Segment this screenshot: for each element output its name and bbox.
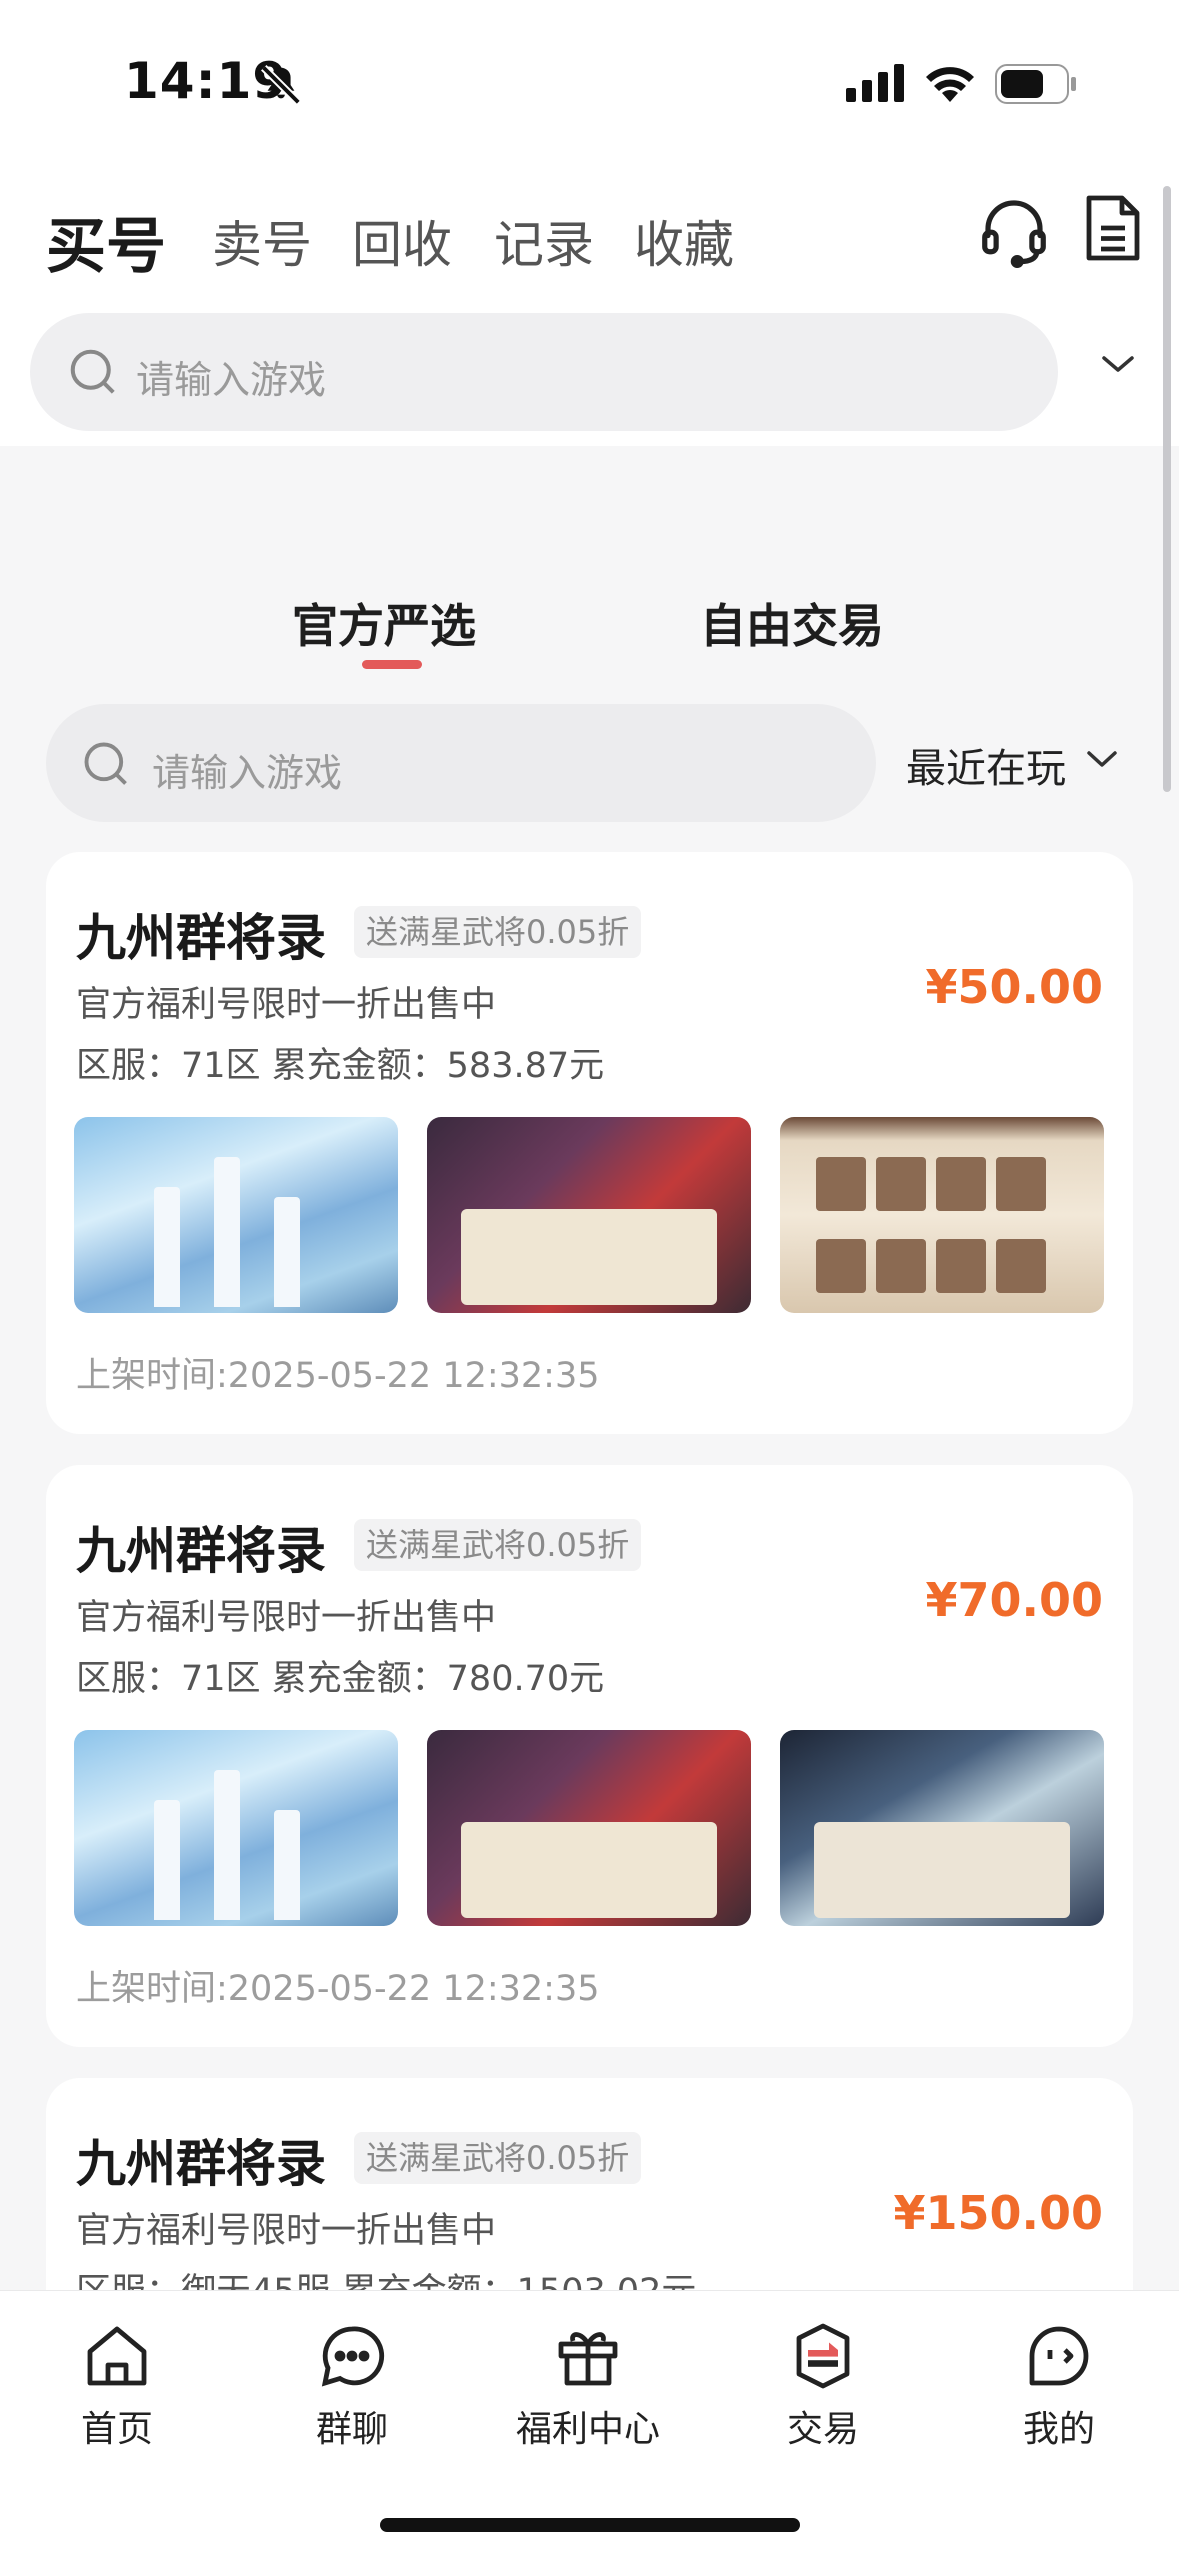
promo-tag: 送满星武将0.05折 [354,1519,642,1571]
listing-description: 官方福利号限时一折出售中 [76,1598,497,1638]
listing-time: 上架时间:2025-05-22 12:32:35 [76,1969,600,2009]
listing-title: 九州群将录 [76,1522,326,1580]
listing-info: 区服：71区 累充金额：583.87元 [76,1046,605,1086]
listing-price: ¥150.00 [893,2186,1103,2240]
chevron-down-icon[interactable] [1098,352,1138,380]
status-bar: 14:19 [0,0,1179,160]
trade-icon [743,2320,903,2392]
active-tab-indicator [362,660,422,669]
promo-tag: 送满星武将0.05折 [354,906,642,958]
listing-card[interactable]: 九州群将录 送满星武将0.05折 官方福利号限时一折出售中 ¥50.00 区服：… [46,852,1133,1434]
gift-icon [508,2320,668,2392]
tab-records[interactable]: 记录 [494,205,594,277]
cellular-signal-icon [846,64,908,108]
search-icon [80,738,132,794]
nav-profile[interactable]: 我的 [979,2320,1139,2452]
listing-title: 九州群将录 [76,909,326,967]
bell-muted-icon [258,62,304,112]
game-screenshot-thumbnail[interactable] [780,1117,1104,1313]
game-screenshot-thumbnail[interactable] [427,1117,751,1313]
nav-label: 我的 [1022,2409,1095,2450]
listing-description: 官方福利号限时一折出售中 [76,985,497,1025]
tab-favorites[interactable]: 收藏 [634,205,734,277]
headset-icon[interactable] [975,190,1053,272]
tab-free-trade[interactable]: 自由交易 [700,590,884,656]
top-search-input[interactable]: 请输入游戏 [30,313,1058,431]
listing-price: ¥70.00 [925,1573,1103,1627]
nav-label: 首页 [80,2409,153,2450]
search-placeholder: 请输入游戏 [152,751,343,795]
search-placeholder: 请输入游戏 [136,358,327,402]
listing-price: ¥50.00 [925,960,1103,1014]
game-screenshot-thumbnail[interactable] [780,1730,1104,1926]
document-icon[interactable] [1082,192,1144,268]
nav-label: 群聊 [315,2409,388,2450]
game-screenshot-thumbnail[interactable] [74,1117,398,1313]
tab-sell-account[interactable]: 卖号 [212,205,312,277]
search-icon [66,345,120,403]
listing-description: 官方福利号限时一折出售中 [76,2211,497,2251]
sort-dropdown[interactable]: 最近在玩 [906,736,1066,794]
game-search-input[interactable]: 请输入游戏 [46,704,876,822]
profile-icon [979,2320,1139,2392]
nav-trade[interactable]: 交易 [743,2320,903,2452]
listing-card[interactable]: 九州群将录 送满星武将0.05折 官方福利号限时一折出售中 ¥70.00 区服：… [46,1465,1133,2047]
chat-icon [272,2320,432,2392]
nav-home[interactable]: 首页 [37,2320,197,2452]
promo-tag: 送满星武将0.05折 [354,2132,642,2184]
chevron-down-icon[interactable] [1084,748,1120,774]
nav-welfare-center[interactable]: 福利中心 [508,2320,668,2452]
game-screenshot-thumbnail[interactable] [427,1730,751,1926]
home-indicator[interactable] [380,2518,800,2532]
scrollbar[interactable] [1163,186,1171,792]
wifi-icon [924,62,976,108]
listing-time: 上架时间:2025-05-22 12:32:35 [76,1356,600,1396]
tab-buy-account[interactable]: 买号 [46,198,166,285]
nav-label: 福利中心 [515,2409,660,2450]
nav-group-chat[interactable]: 群聊 [272,2320,432,2452]
game-screenshot-thumbnail[interactable] [74,1730,398,1926]
tab-official-selection[interactable]: 官方严选 [292,590,476,656]
battery-icon [995,64,1077,108]
nav-label: 交易 [786,2409,859,2450]
listing-info: 区服：71区 累充金额：780.70元 [76,1659,605,1699]
listing-title: 九州群将录 [76,2135,326,2193]
tab-recycle[interactable]: 回收 [352,205,452,277]
home-icon [37,2320,197,2392]
